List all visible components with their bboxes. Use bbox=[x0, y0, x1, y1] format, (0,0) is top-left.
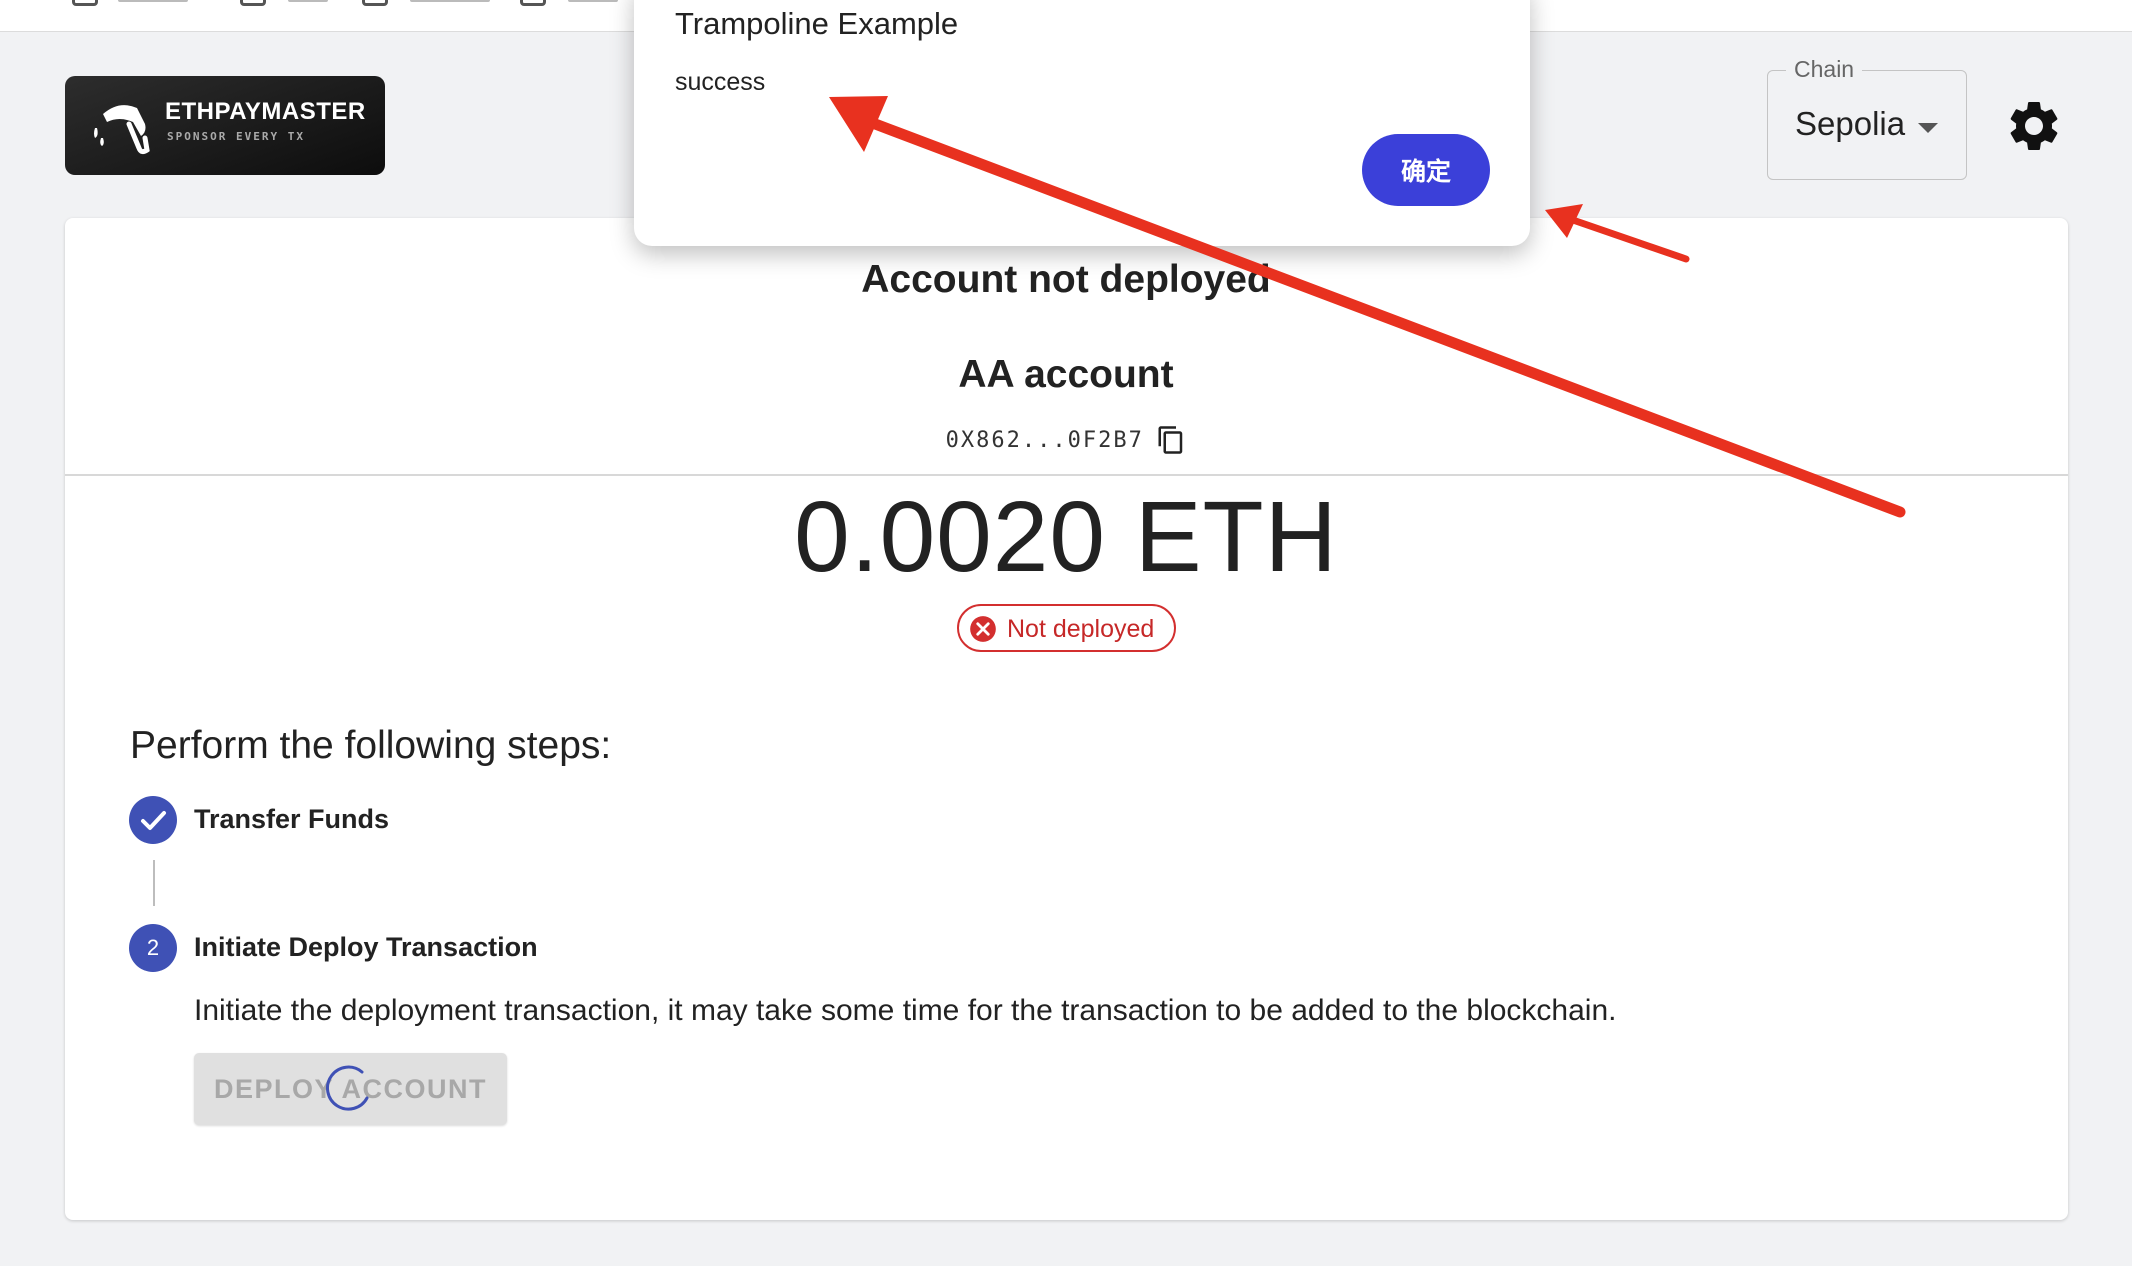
arrow-to-message bbox=[829, 96, 1906, 518]
arrow-to-dialog bbox=[1545, 204, 1690, 263]
annotation-arrows bbox=[829, 96, 1906, 518]
